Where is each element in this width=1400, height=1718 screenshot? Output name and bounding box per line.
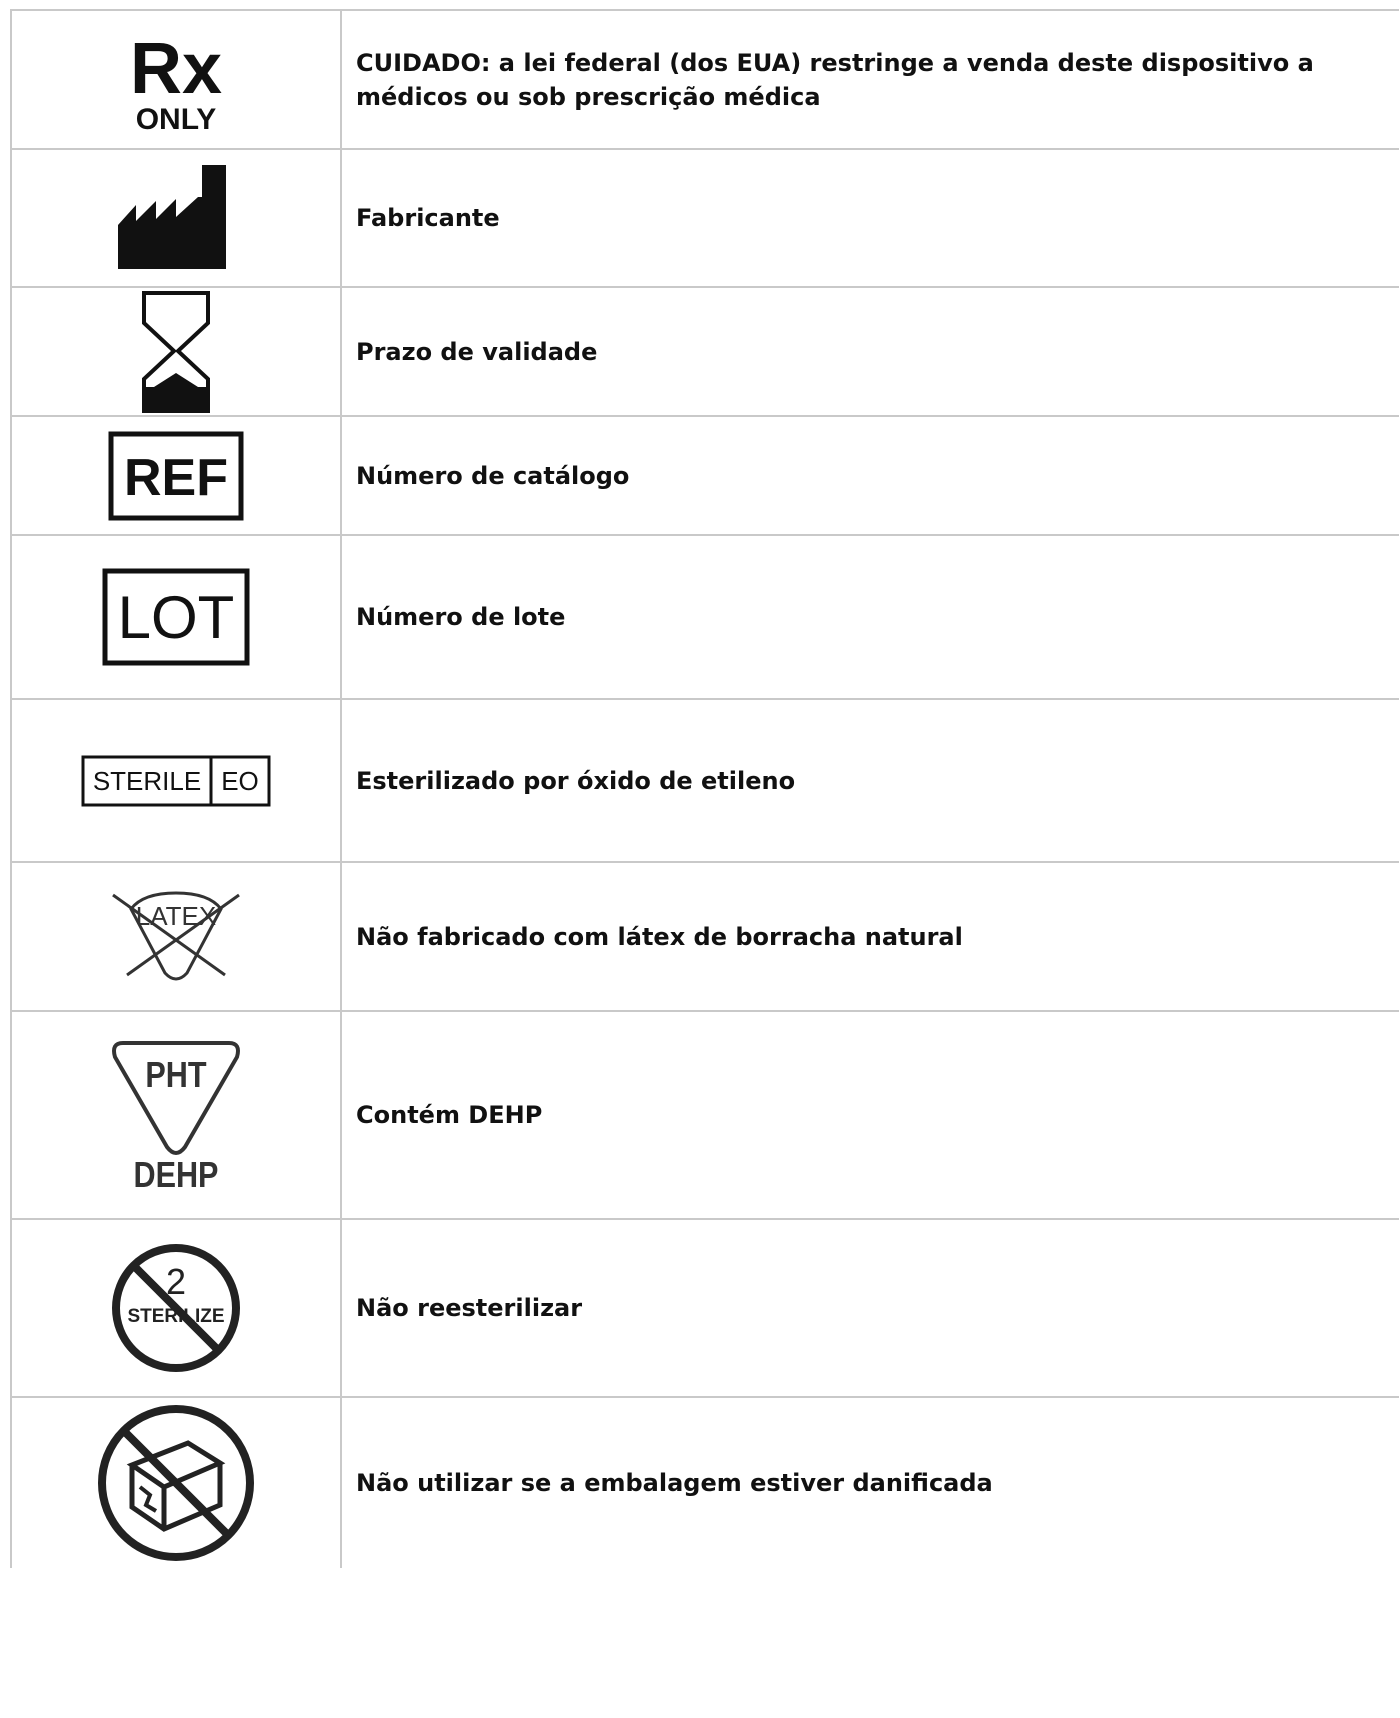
table-row: Prazo de validade: [12, 288, 1399, 417]
table-row: STERILE EO Esterilizado por óxido de eti…: [12, 700, 1399, 863]
do-not-resterilize-icon: 2 STERILIZE: [112, 1244, 240, 1372]
symbol-description: Contém DEHP: [356, 1101, 543, 1129]
ref-icon: REF: [108, 431, 244, 520]
symbol-description: CUIDADO: a lei federal (dos EUA) restrin…: [356, 48, 1314, 111]
symbol-cell: STERILE EO: [12, 700, 342, 861]
no-latex-icon: LATEX: [112, 890, 240, 980]
symbol-cell: LATEX: [12, 863, 342, 1010]
sterile-eo-icon: STERILE EO: [81, 755, 271, 806]
dehp-text: DEHP: [133, 1156, 218, 1191]
eo-text: EO: [221, 766, 259, 796]
symbol-description: Esterilizado por óxido de etileno: [356, 766, 796, 795]
symbol-cell: [12, 288, 342, 415]
sterile-text: STERILE: [93, 766, 201, 796]
symbol-cell: [12, 1398, 342, 1568]
symbol-cell: PHT DEHP: [12, 1012, 342, 1218]
symbol-cell: REF: [12, 417, 342, 534]
symbol-cell: [12, 150, 342, 286]
manufacturer-icon: [118, 165, 226, 269]
table-row: Rx ONLY CUIDADO: a lei federal (dos EUA)…: [12, 11, 1399, 150]
only-text: ONLY: [136, 103, 217, 135]
symbol-cell: LOT: [12, 536, 342, 698]
table-row: REF Número de catálogo: [12, 417, 1399, 536]
table-row: LATEX Não fabricado com látex de borrach…: [12, 863, 1399, 1012]
table-row: LOT Número de lote: [12, 536, 1399, 700]
ref-text: REF: [124, 449, 228, 507]
table-row: Não utilizar se a embalagem estiver dani…: [12, 1398, 1399, 1568]
symbol-description: Não reesterilizar: [356, 1294, 583, 1322]
symbol-description: Número de catálogo: [356, 461, 630, 490]
sterilize-text: STERILIZE: [127, 1306, 224, 1327]
table-row: PHT DEHP Contém DEHP: [12, 1012, 1399, 1220]
symbol-description: Não utilizar se a embalagem estiver dani…: [356, 1469, 993, 1497]
symbol-cell: Rx ONLY: [12, 11, 342, 148]
digit-text: 2: [166, 1261, 186, 1302]
symbol-description: Número de lote: [356, 603, 566, 631]
do-not-use-if-damaged-icon: [98, 1405, 254, 1561]
lot-text: LOT: [118, 584, 235, 651]
symbol-description: Não fabricado com látex de borracha natu…: [356, 922, 963, 951]
rx-only-icon: Rx ONLY: [130, 29, 222, 135]
dehp-icon: PHT DEHP: [112, 1041, 240, 1191]
symbol-description: Prazo de validade: [356, 337, 598, 366]
table-row: 2 STERILIZE Não reesterilizar: [12, 1220, 1399, 1398]
pht-text: PHT: [145, 1056, 207, 1096]
hourglass-icon: [142, 290, 210, 413]
symbol-cell: 2 STERILIZE: [12, 1220, 342, 1396]
lot-icon: LOT: [102, 568, 250, 666]
table-row: Fabricante: [12, 150, 1399, 288]
latex-text: LATEX: [136, 901, 216, 931]
rx-text: Rx: [130, 29, 222, 109]
symbol-description: Fabricante: [356, 204, 500, 232]
symbols-table: Rx ONLY CUIDADO: a lei federal (dos EUA)…: [10, 9, 1399, 1568]
